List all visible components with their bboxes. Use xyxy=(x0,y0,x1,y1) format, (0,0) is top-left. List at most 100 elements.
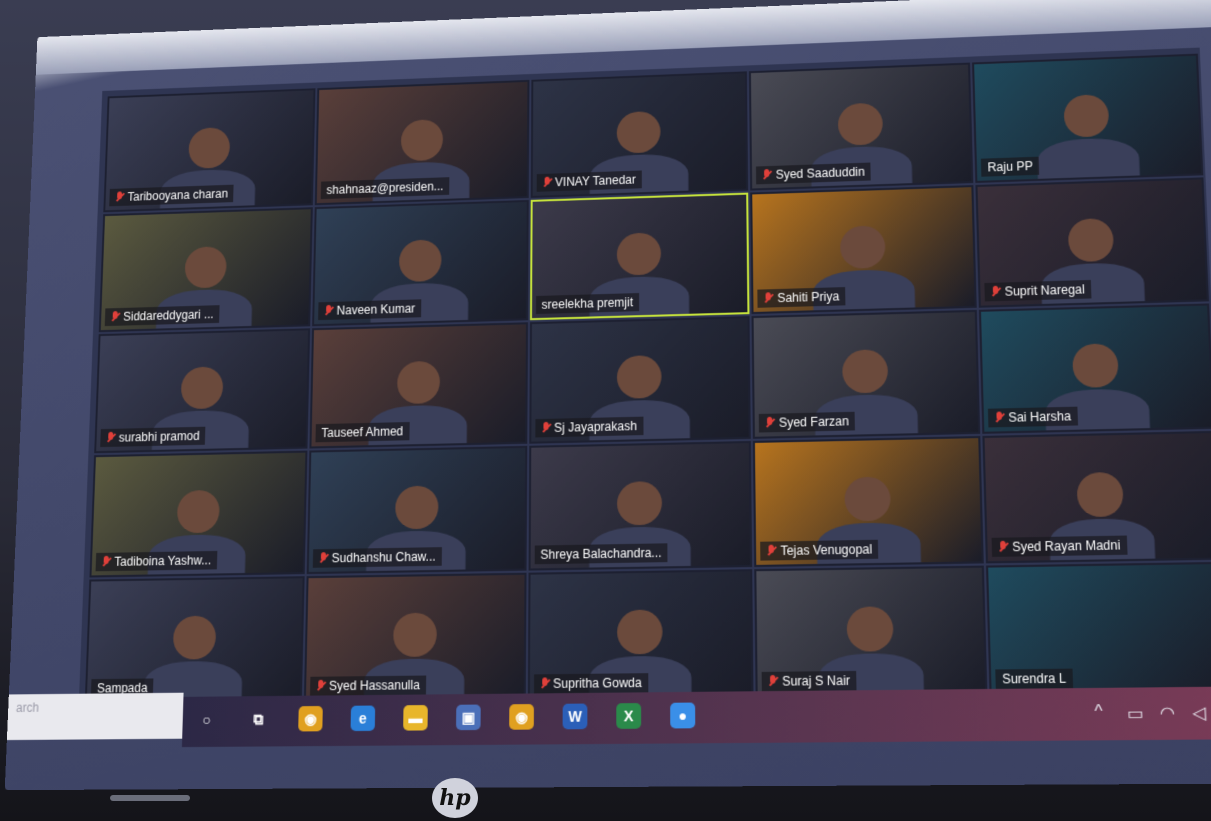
participant-name-label: Sahiti Priya xyxy=(757,286,846,308)
muted-mic-icon xyxy=(540,677,549,690)
cortana-icon[interactable]: ○ xyxy=(194,707,219,732)
participant-name: Tadiboina Yashw... xyxy=(114,553,212,570)
participant-name-label: Surendra L xyxy=(995,668,1073,689)
participant-video-tile[interactable]: sreelekha premjit xyxy=(529,192,750,320)
participant-name-label: Tauseef Ahmed xyxy=(315,422,410,443)
participant-name: Raju PP xyxy=(987,158,1034,175)
participant-silhouette xyxy=(143,609,244,705)
participant-name: Syed Farzan xyxy=(778,414,850,431)
taskbar-search-box[interactable]: arch xyxy=(6,692,184,741)
participant-name-label: surabhi pramod xyxy=(100,427,206,448)
excel-icon[interactable]: X xyxy=(616,703,642,729)
participant-name-label: Sudhanshu Chaw... xyxy=(312,547,442,569)
muted-mic-icon xyxy=(111,311,120,323)
chrome-icon[interactable]: ◉ xyxy=(509,704,534,730)
participant-name: Suraj S Nair xyxy=(781,673,851,689)
participant-video-tile[interactable]: Raju PP xyxy=(972,53,1204,183)
laptop-screen: Taribooyana charan shahnaaz@presiden... VI… xyxy=(4,0,1211,791)
participant-name-label: Raju PP xyxy=(981,156,1040,177)
participant-name: Suprit Naregal xyxy=(1004,281,1086,299)
participant-name-label: Shreya Balachandra... xyxy=(534,543,668,565)
participant-name-label: Siddareddygari ... xyxy=(104,304,220,326)
participant-silhouette xyxy=(1035,87,1141,183)
word-icon[interactable]: W xyxy=(562,703,588,730)
participant-name-label: Suraj S Nair xyxy=(762,670,857,692)
muted-mic-icon xyxy=(115,191,124,203)
participant-video-tile[interactable]: Sj Jayaprakash xyxy=(528,315,752,445)
laptop-foot xyxy=(110,795,190,801)
participant-name: shahnaaz@presiden... xyxy=(326,179,444,197)
participant-video-tile[interactable]: Sudhanshu Chaw... xyxy=(306,446,527,575)
participant-name: Naveen Kumar xyxy=(336,301,416,318)
muted-mic-icon xyxy=(319,552,328,564)
participant-video-tile[interactable]: Syed Rayan Madni xyxy=(982,431,1211,564)
participant-video-tile[interactable]: shahnaaz@presiden... xyxy=(314,79,530,205)
participant-video-tile[interactable]: Tadiboina Yashw... xyxy=(89,450,308,578)
participant-video-tile[interactable]: VINAY Tanedar xyxy=(530,71,749,198)
participant-video-tile[interactable]: Suraj S Nair xyxy=(754,565,988,698)
participant-name-label: Syed Rayan Madni xyxy=(991,535,1128,558)
muted-mic-icon xyxy=(764,292,773,304)
participant-video-tile[interactable]: Supritha Gowda xyxy=(527,569,754,700)
participant-name-label: Tejas Venugopal xyxy=(760,539,879,561)
participant-name: sreelekha premjit xyxy=(541,294,634,312)
participant-video-tile[interactable]: Sai Harsha xyxy=(979,303,1211,435)
wifi-icon[interactable]: ◠ xyxy=(1159,702,1175,724)
zoom-gallery-view: Taribooyana charan shahnaaz@presiden... VI… xyxy=(78,47,1211,707)
speaker-icon[interactable]: ◁ xyxy=(1192,702,1206,724)
participant-name-label: Suprit Naregal xyxy=(984,279,1092,302)
muted-mic-icon xyxy=(991,285,1001,298)
participant-name: Shreya Balachandra... xyxy=(540,545,662,563)
battery-icon[interactable]: ▭ xyxy=(1127,703,1144,725)
muted-mic-icon xyxy=(324,304,333,316)
windows-taskbar: ○ ⧉ ◉ e ▬ ▣ ◉ W X ● ^ ▭ ◠ ◁ xyxy=(181,686,1211,748)
participant-video-tile[interactable]: Suprit Naregal xyxy=(975,177,1209,308)
participant-name-label: Sj Jayaprakash xyxy=(534,417,644,438)
participant-name: Sudhanshu Chaw... xyxy=(331,549,436,566)
muted-mic-icon xyxy=(316,680,325,693)
participant-name-label: Sai Harsha xyxy=(988,407,1078,428)
participant-video-tile[interactable]: Syed Saaduddin xyxy=(749,62,974,191)
participant-name: Syed Hassanulla xyxy=(328,677,420,694)
participant-name: Sj Jayaprakash xyxy=(554,419,638,436)
chrome-icon[interactable]: ◉ xyxy=(298,706,323,732)
participant-video-tile[interactable]: Syed Hassanulla xyxy=(303,572,527,702)
participant-video-tile[interactable]: Siddareddygari ... xyxy=(98,207,313,332)
zoom-icon[interactable]: ● xyxy=(670,702,696,729)
file-explorer-icon[interactable]: ▬ xyxy=(403,705,428,731)
edge-icon[interactable]: e xyxy=(350,705,376,732)
muted-mic-icon xyxy=(541,422,550,434)
muted-mic-icon xyxy=(768,675,778,688)
participant-name-label: VINAY Tanedar xyxy=(536,170,642,192)
muted-mic-icon xyxy=(542,176,551,188)
participant-video-tile[interactable]: Naveen Kumar xyxy=(311,199,529,326)
store-icon[interactable]: ▣ xyxy=(456,704,481,731)
participant-video-tile[interactable]: Shreya Balachandra... xyxy=(528,441,753,571)
participant-video-tile[interactable]: surabhi pramod xyxy=(94,327,310,454)
participant-name: Sahiti Priya xyxy=(777,288,840,305)
task-view-icon[interactable]: ⧉ xyxy=(246,706,271,731)
muted-mic-icon xyxy=(995,412,1005,425)
participant-video-tile[interactable]: Tauseef Ahmed xyxy=(309,321,528,449)
participant-video-tile[interactable]: Surendra L xyxy=(986,562,1211,696)
participant-name-label: Syed Hassanulla xyxy=(309,675,427,696)
muted-mic-icon xyxy=(106,432,115,444)
participant-video-tile[interactable]: Taribooyana charan xyxy=(103,88,316,213)
participant-video-tile[interactable]: Sampada xyxy=(84,576,305,705)
participant-video-tile[interactable]: Tejas Venugopal xyxy=(753,436,985,568)
muted-mic-icon xyxy=(762,169,771,181)
participant-video-tile[interactable]: Sahiti Priya xyxy=(750,184,977,314)
muted-mic-icon xyxy=(765,417,774,430)
participant-video-tile[interactable]: Syed Farzan xyxy=(751,309,981,440)
hp-logo-icon: hp xyxy=(432,778,478,818)
participant-name: Tejas Venugopal xyxy=(780,542,873,559)
participant-name-label: Naveen Kumar xyxy=(317,298,422,320)
chevron-up-icon[interactable]: ^ xyxy=(1094,703,1103,723)
participant-name: VINAY Tanedar xyxy=(555,172,636,190)
search-placeholder: arch xyxy=(15,700,40,716)
participant-name: Sai Harsha xyxy=(1008,409,1072,426)
participant-name-label: sreelekha premjit xyxy=(535,292,640,314)
muted-mic-icon xyxy=(998,541,1008,554)
participant-name: Syed Rayan Madni xyxy=(1011,537,1121,555)
muted-mic-icon xyxy=(101,556,110,568)
